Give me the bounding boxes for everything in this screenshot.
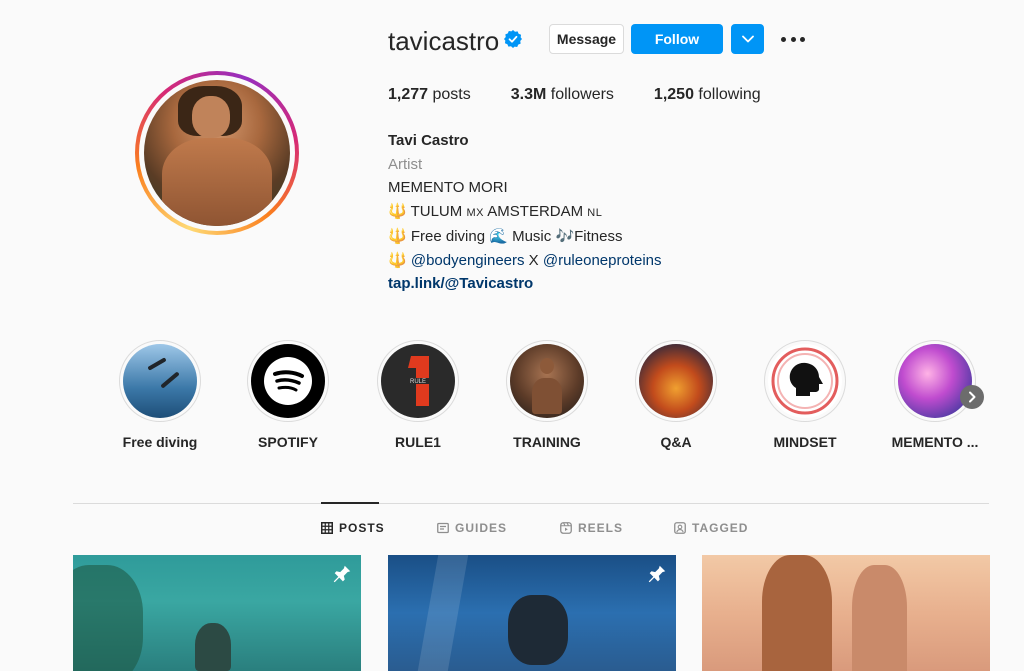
more-options-icon[interactable] — [781, 30, 805, 48]
post-thumbnail[interactable] — [702, 555, 990, 671]
profile-full-name: Tavi Castro — [388, 132, 469, 149]
pinned-post-icon — [333, 565, 351, 583]
posts-grid — [73, 555, 990, 671]
bio-line-locations: 🔱 TULUM MX AMSTERDAM NL — [388, 201, 603, 220]
highlights-next-button[interactable] — [960, 385, 984, 409]
trident-emoji-icon: 🔱 — [388, 201, 407, 220]
tab-tagged[interactable]: TAGGED — [674, 521, 748, 535]
post-thumbnail[interactable] — [73, 555, 361, 671]
bio-line-partners: 🔱 @bodyengineers X @ruleoneproteins — [388, 250, 662, 269]
message-button[interactable]: Message — [549, 24, 624, 54]
follow-button[interactable]: Follow — [631, 24, 723, 54]
head-profile-icon — [768, 344, 842, 418]
following-count-stat[interactable]: 1,250 following — [654, 86, 761, 104]
verified-badge-icon — [504, 30, 522, 48]
highlight-rule1[interactable]: RULE RULE1 — [373, 340, 463, 450]
active-tab-indicator — [321, 502, 379, 504]
highlight-spotify[interactable]: SPOTIFY — [243, 340, 333, 450]
reels-icon — [560, 522, 572, 534]
posts-count-stat: 1,277 posts — [388, 86, 471, 103]
spotify-logo-icon — [251, 344, 325, 418]
bio-line-interests: 🔱 Free diving 🌊 Music 🎶Fitness — [388, 227, 623, 245]
guides-icon — [437, 522, 449, 534]
trident-emoji-icon: 🔱 — [388, 250, 407, 269]
music-notes-emoji-icon: 🎶 — [555, 227, 575, 245]
mention-link-bodyengineers[interactable]: @bodyengineers — [411, 252, 525, 269]
chevron-right-icon — [969, 391, 976, 403]
profile-category: Artist — [388, 155, 423, 173]
highlight-cover-image — [639, 344, 713, 418]
bio-line-motto: MEMENTO MORI — [388, 179, 508, 196]
tab-guides[interactable]: GUIDES — [437, 521, 507, 535]
chevron-down-icon — [741, 35, 754, 43]
highlight-cover-image — [898, 344, 972, 418]
tab-posts[interactable]: POSTS — [321, 521, 385, 535]
grid-icon — [321, 522, 333, 534]
profile-username: tavicastro — [388, 26, 500, 56]
avatar — [144, 80, 290, 226]
post-thumbnail[interactable] — [388, 555, 676, 671]
tab-reels[interactable]: REELS — [560, 521, 623, 535]
rule1-logo-icon: RULE — [381, 344, 455, 418]
wave-emoji-icon: 🌊 — [489, 227, 508, 245]
highlight-qa[interactable]: Q&A — [631, 340, 721, 450]
highlight-training[interactable]: TRAINING — [502, 340, 592, 450]
tagged-user-icon — [674, 522, 686, 534]
svg-text:RULE: RULE — [410, 379, 426, 385]
tabs-divider — [73, 503, 989, 504]
profile-header: tavicastro Message Follow 1,277 posts 3.… — [0, 0, 1024, 320]
story-highlights-tray: Free diving SPOTIFY RULE RULE1 TRAINING … — [115, 340, 995, 455]
followers-count-stat[interactable]: 3.3M followers — [511, 86, 614, 104]
trident-emoji-icon: 🔱 — [388, 227, 407, 245]
suggested-accounts-dropdown-button[interactable] — [731, 24, 764, 54]
highlight-cover-image — [510, 344, 584, 418]
pinned-post-icon — [648, 565, 666, 583]
bio-external-link[interactable]: tap.link/@Tavicastro — [388, 272, 662, 296]
profile-bio: Tavi Castro Artist MEMENTO MORI 🔱 TULUM … — [388, 129, 662, 296]
highlight-mindset[interactable]: MINDSET — [760, 340, 850, 450]
highlight-cover-image — [123, 344, 197, 418]
profile-avatar-story-ring[interactable] — [135, 71, 299, 235]
profile-stats: 1,277 posts 3.3M followers 1,250 followi… — [388, 86, 801, 104]
highlight-free-diving[interactable]: Free diving — [115, 340, 205, 450]
mention-link-ruleoneproteins[interactable]: @ruleoneproteins — [543, 252, 662, 269]
profile-tabs: POSTS GUIDES REELS TAGGED — [0, 521, 1024, 541]
